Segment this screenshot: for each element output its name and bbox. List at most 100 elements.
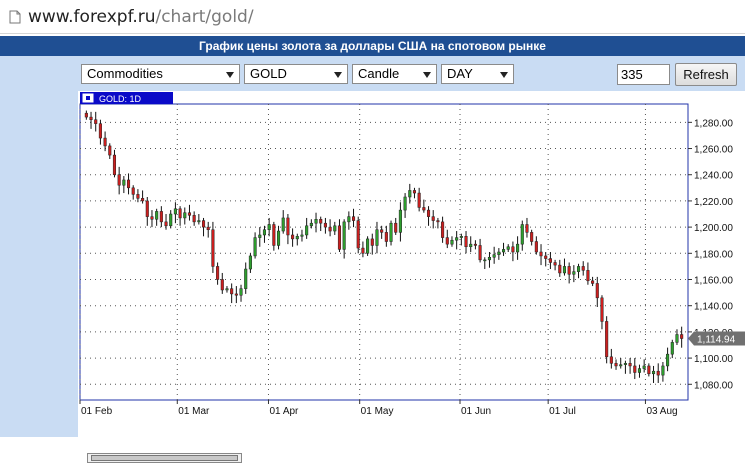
candle-body <box>511 246 515 253</box>
candle-body <box>389 222 393 242</box>
candle-body <box>562 266 567 274</box>
candle-body <box>225 288 229 291</box>
bars-count-input[interactable]: 335 <box>617 64 670 85</box>
candle-body <box>192 215 196 223</box>
candle-body <box>614 363 618 367</box>
candle-body <box>141 198 145 202</box>
candle-body <box>478 245 482 261</box>
candle-body <box>408 190 412 198</box>
candle-body <box>492 254 496 258</box>
candle-body <box>309 222 313 227</box>
candle-body <box>619 364 623 367</box>
candle-body <box>394 222 398 233</box>
candle-body <box>680 334 684 339</box>
candle-body <box>126 179 131 189</box>
candle-body <box>169 213 173 227</box>
candle-body <box>216 266 220 280</box>
candle-body <box>450 239 454 245</box>
chevron-down-icon <box>500 72 508 78</box>
candle-body <box>178 208 182 219</box>
candle-body <box>361 247 365 254</box>
candle-body <box>586 270 590 282</box>
candle-body <box>576 266 581 272</box>
candle-body <box>314 219 318 224</box>
candle-body <box>661 365 665 376</box>
candle-body <box>628 363 632 367</box>
candle-body <box>497 251 501 255</box>
y-tick-label: 1,140.00 <box>694 302 733 313</box>
candle-body <box>459 236 463 238</box>
candle-body <box>417 192 421 208</box>
candle-body <box>356 220 360 249</box>
candle-body <box>286 217 290 236</box>
chart-area[interactable]: 1,280.00 1,260.00 1,240.00 1,220.00 1,200.00… <box>78 91 745 437</box>
x-tick-label: 01 May <box>361 406 394 417</box>
candle-body <box>506 246 510 250</box>
candle-body <box>239 288 243 296</box>
address-bar[interactable]: www.forexpf.ru/chart/gold/ <box>0 0 745 34</box>
candle-body <box>441 221 445 238</box>
refresh-button[interactable]: Refresh <box>675 63 737 86</box>
legend-label: GOLD: 1D <box>99 94 142 104</box>
candle-body <box>319 219 323 224</box>
candle-body <box>666 353 670 367</box>
candle-body <box>530 232 534 242</box>
chevron-down-icon <box>226 72 234 78</box>
candle-body <box>187 212 192 216</box>
y-tick-label: 1,160.00 <box>694 276 733 287</box>
url-text[interactable]: www.forexpf.ru/chart/gold/ <box>28 6 254 28</box>
candle-body <box>333 225 337 232</box>
candle-body <box>375 229 379 246</box>
candle-body <box>525 224 529 233</box>
x-tick-label: 01 Apr <box>269 406 299 417</box>
candle-body <box>609 356 613 364</box>
candle-body <box>487 256 492 261</box>
candle-body <box>136 194 140 199</box>
candle-body <box>351 216 356 221</box>
candle-body <box>581 266 585 271</box>
candle-body <box>600 297 604 322</box>
y-tick-label: 1,100.00 <box>694 354 733 365</box>
candle-body <box>291 234 295 240</box>
candle-body <box>501 249 506 253</box>
candle-body <box>370 238 374 246</box>
x-tick-label: 03 Aug <box>646 406 677 417</box>
candle-body <box>323 222 327 228</box>
y-tick-label: 1,260.00 <box>694 145 733 156</box>
candle-body <box>670 342 674 355</box>
period-select[interactable]: DAY <box>441 64 514 84</box>
candle-body <box>595 283 599 299</box>
horizontal-scrollbar[interactable] <box>87 453 242 463</box>
candle-body <box>122 179 126 186</box>
candle-body <box>164 221 168 227</box>
candle-body <box>342 221 346 250</box>
chart-type-select[interactable]: Candle <box>352 64 437 84</box>
candle-body <box>431 216 435 221</box>
candle-body <box>544 255 548 259</box>
candle-body <box>567 266 571 275</box>
candle-body <box>272 224 276 246</box>
candle-body <box>605 321 609 358</box>
candle-body <box>234 293 238 296</box>
candle-body <box>117 174 121 186</box>
candle-body <box>337 225 342 250</box>
candle-body <box>197 220 201 223</box>
symbol-select[interactable]: GOLD <box>244 64 348 84</box>
candle-body <box>230 288 234 295</box>
candle-body <box>469 243 473 248</box>
candle-body <box>637 368 642 373</box>
candle-body <box>201 220 206 228</box>
url-path: /chart/gold/ <box>155 7 254 27</box>
candle-body <box>262 229 267 236</box>
market-select[interactable]: Commodities <box>81 64 240 84</box>
x-tick-label: 01 Jul <box>549 406 576 417</box>
candle-body <box>220 279 224 291</box>
scrollbar-thumb[interactable] <box>91 455 238 461</box>
chevron-down-icon <box>334 72 342 78</box>
candle-body <box>258 234 262 238</box>
price-chart[interactable]: 1,280.00 1,260.00 1,240.00 1,220.00 1,200.00… <box>78 91 745 437</box>
candle-body <box>436 220 440 223</box>
candle-body <box>553 262 557 266</box>
chart-type-select-value: Candle <box>358 66 400 81</box>
candle-body <box>248 255 252 270</box>
